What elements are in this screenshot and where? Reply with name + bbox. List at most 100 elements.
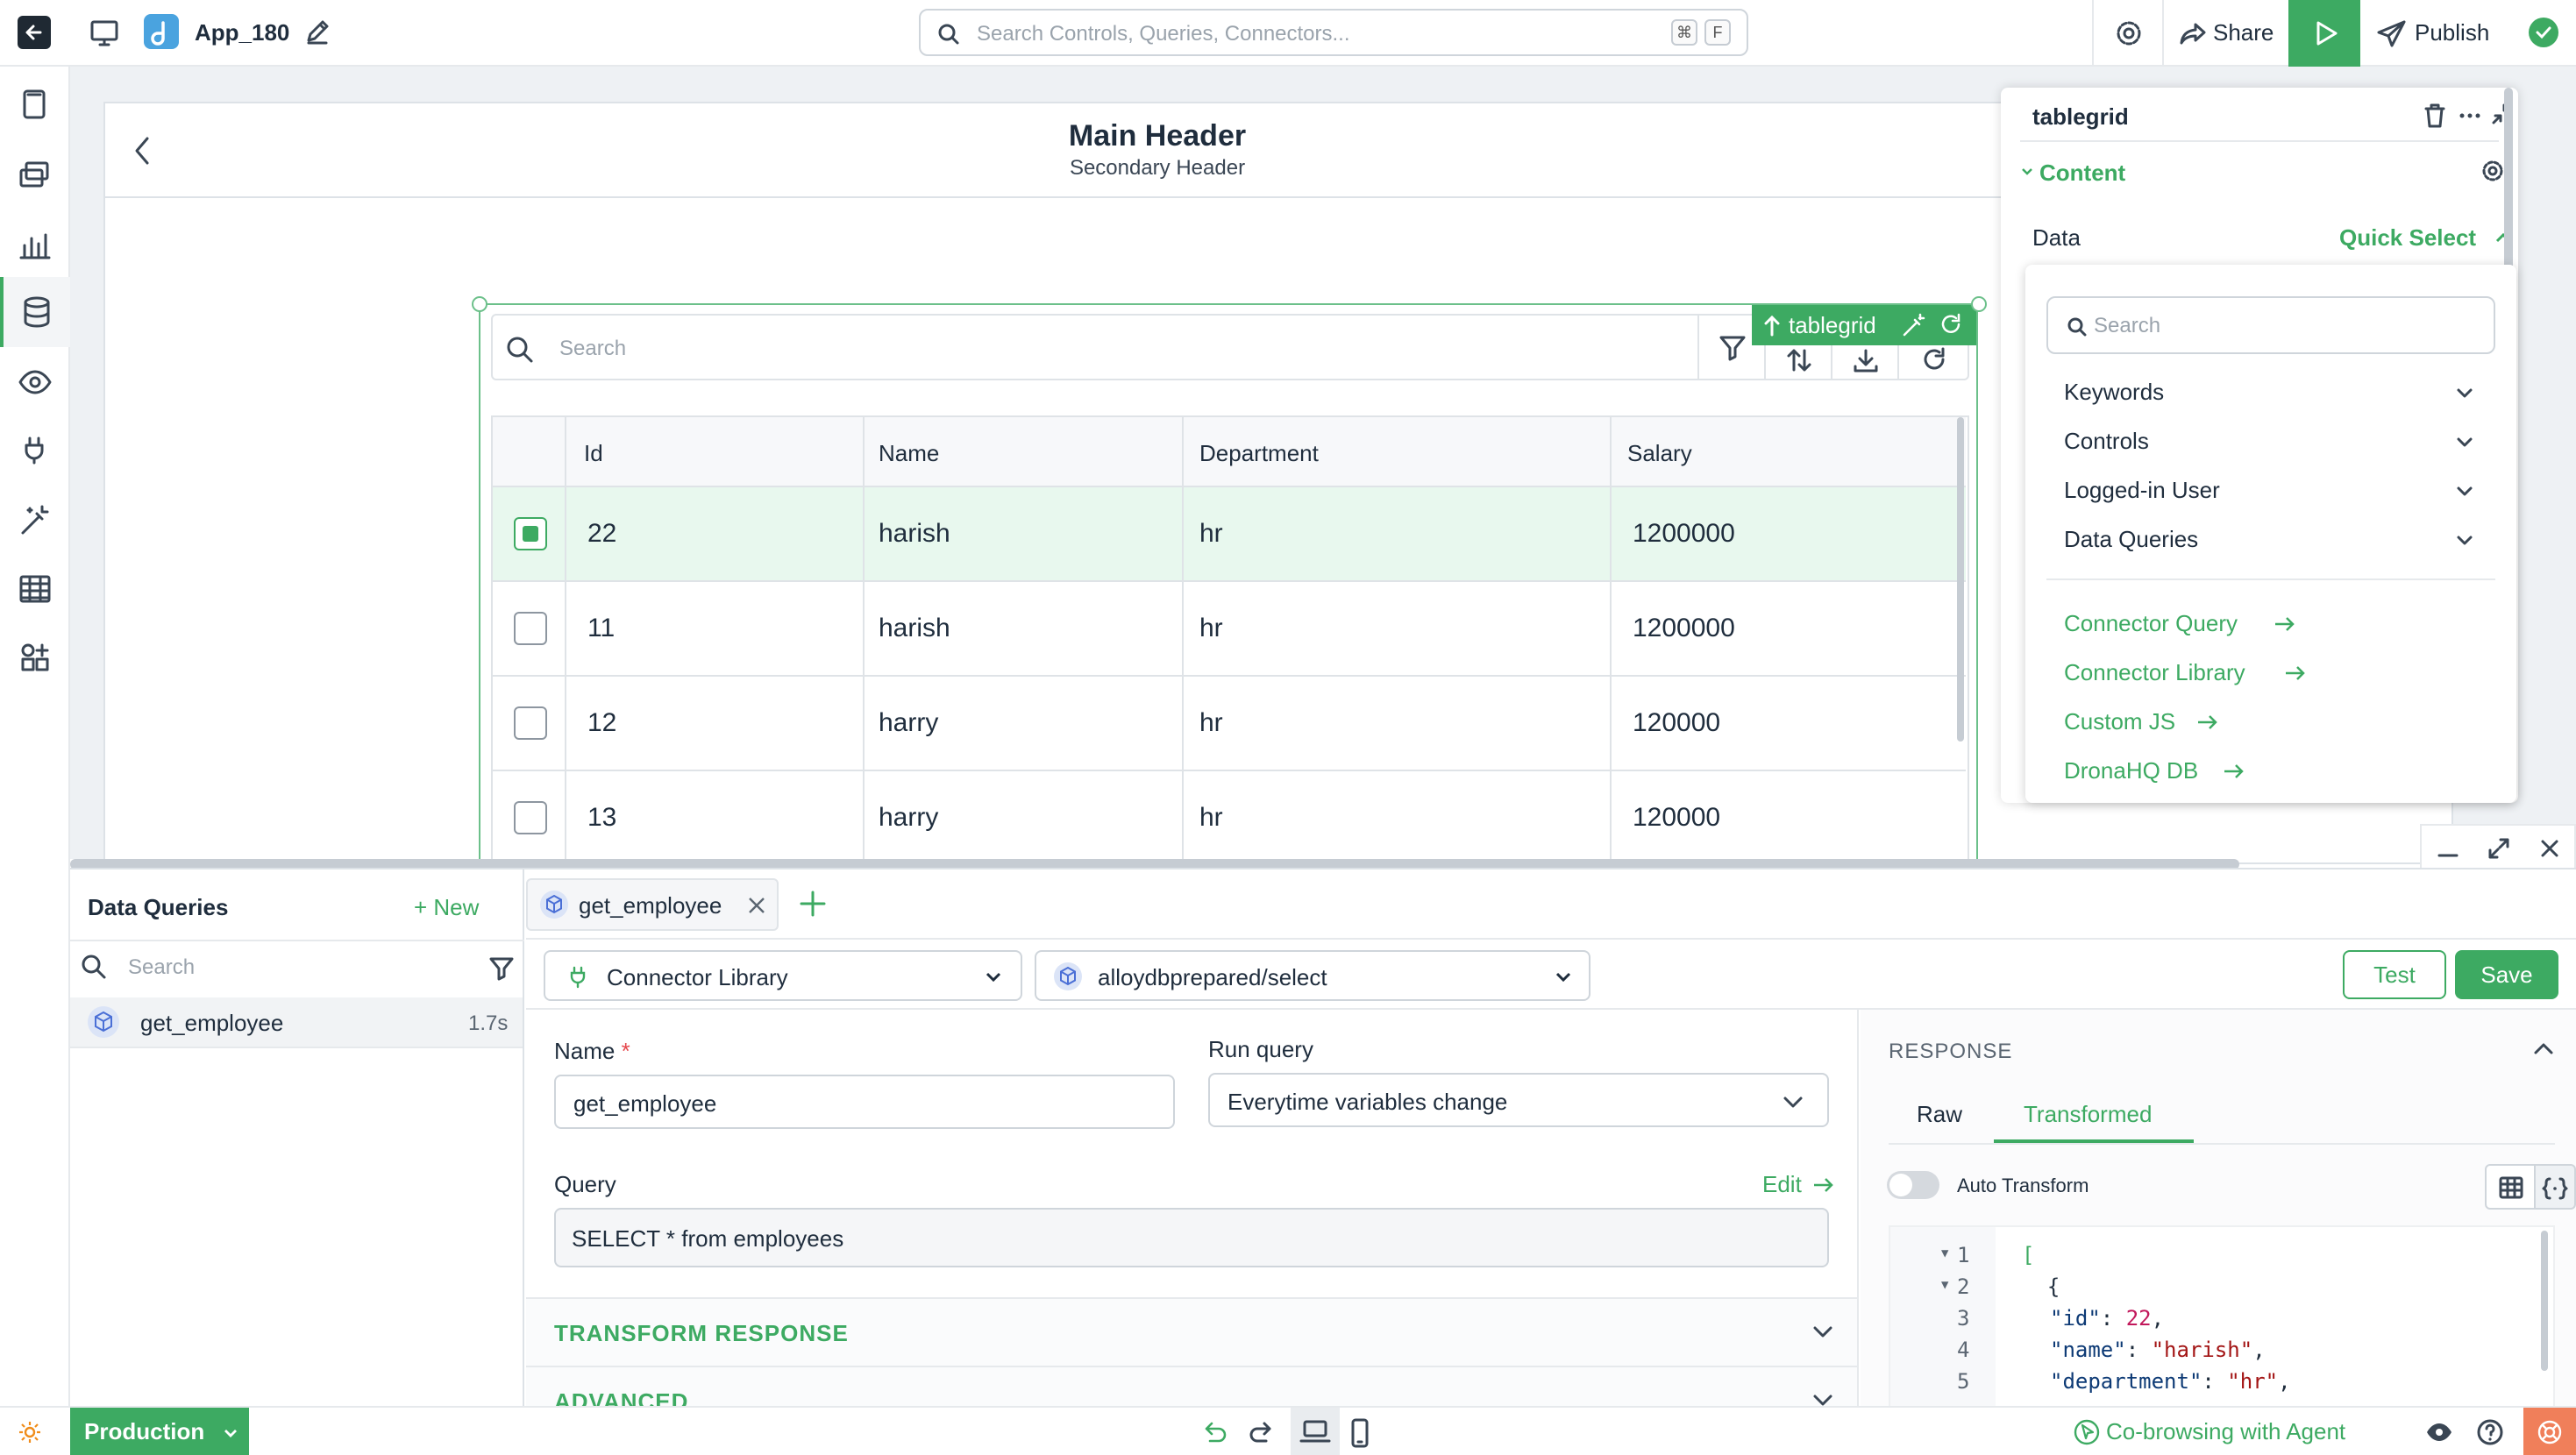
table-header-row: Id Name Department Salary bbox=[493, 417, 1966, 487]
table-row[interactable]: 13 harry hr 120000 bbox=[493, 771, 1966, 866]
monitor-icon[interactable] bbox=[89, 19, 119, 47]
database-icon-active[interactable] bbox=[0, 277, 70, 347]
advanced-section[interactable]: ADVANCED bbox=[526, 1367, 1857, 1408]
group-controls[interactable]: Controls bbox=[2064, 424, 2481, 459]
fold-arrow-icon[interactable]: ▼ bbox=[1941, 1278, 1948, 1292]
column-header-salary[interactable]: Salary bbox=[1627, 440, 1692, 467]
endpoint-select[interactable]: alloydbprepared/select bbox=[1035, 950, 1590, 1001]
link-connector-query[interactable]: Connector Query bbox=[2064, 608, 2327, 640]
chart-icon[interactable] bbox=[18, 228, 53, 263]
column-header-id[interactable]: Id bbox=[584, 440, 603, 467]
query-tab[interactable]: get_employee bbox=[526, 878, 779, 931]
environment-select[interactable]: Production bbox=[70, 1408, 249, 1455]
group-keywords[interactable]: Keywords bbox=[2064, 375, 2481, 410]
notifications-button[interactable] bbox=[2523, 1408, 2576, 1455]
undo-icon[interactable] bbox=[1199, 1418, 1228, 1446]
close-icon[interactable] bbox=[2537, 836, 2562, 861]
arrow-up-icon bbox=[1764, 315, 1780, 337]
auto-transform-toggle[interactable] bbox=[1887, 1171, 1939, 1199]
column-header-department[interactable]: Department bbox=[1199, 440, 1319, 467]
chevron-up-icon[interactable] bbox=[2532, 1040, 2555, 1059]
query-list-item[interactable]: get_employee 1.7s bbox=[70, 997, 523, 1048]
minimize-icon[interactable] bbox=[2436, 838, 2460, 862]
dropdown-search[interactable]: Search bbox=[2046, 296, 2495, 354]
table-row[interactable]: 11 harish hr 1200000 bbox=[493, 582, 1966, 677]
group-data-queries[interactable]: Data Queries bbox=[2064, 522, 2481, 557]
tab-raw[interactable]: Raw bbox=[1917, 1101, 1962, 1128]
save-button[interactable]: Save bbox=[2455, 950, 2558, 999]
tablegrid-badge[interactable]: tablegrid bbox=[1752, 305, 1976, 345]
row-checkbox[interactable] bbox=[514, 612, 547, 645]
new-query-button[interactable]: + New bbox=[414, 894, 479, 921]
layers-icon[interactable] bbox=[18, 158, 53, 193]
table-scrollbar[interactable] bbox=[1957, 417, 1964, 742]
screens-icon[interactable] bbox=[19, 88, 51, 123]
caret-down-icon[interactable] bbox=[2020, 165, 2034, 179]
magic-wand-icon[interactable] bbox=[18, 503, 53, 538]
share-button[interactable]: Share bbox=[2162, 0, 2288, 67]
publish-button[interactable]: Publish bbox=[2360, 0, 2522, 67]
add-tab-icon[interactable] bbox=[798, 889, 828, 919]
settings-button[interactable] bbox=[2092, 0, 2162, 67]
table-icon[interactable] bbox=[18, 571, 53, 607]
test-button[interactable]: Test bbox=[2343, 950, 2446, 999]
edit-name-icon[interactable] bbox=[303, 18, 331, 46]
table-row[interactable]: 12 harry hr 120000 bbox=[493, 677, 1966, 771]
queries-search-placeholder[interactable]: Search bbox=[128, 955, 195, 980]
table-row[interactable]: 22 harish hr 1200000 bbox=[493, 487, 1966, 582]
filter-icon[interactable] bbox=[487, 954, 516, 982]
gear-icon[interactable] bbox=[2480, 158, 2506, 184]
table-search[interactable]: Search bbox=[491, 314, 1699, 380]
row-checkbox[interactable] bbox=[514, 706, 547, 740]
column-header-name[interactable]: Name bbox=[879, 440, 939, 467]
transform-response-section[interactable]: TRANSFORM RESPONSE bbox=[526, 1299, 1857, 1366]
cell-id: 22 bbox=[587, 519, 617, 548]
row-checkbox-checked[interactable] bbox=[514, 517, 547, 550]
back-button[interactable] bbox=[18, 16, 51, 49]
eye-icon[interactable] bbox=[2425, 1420, 2453, 1444]
trash-icon[interactable] bbox=[2422, 102, 2448, 130]
plug-icon bbox=[570, 966, 586, 989]
redo-icon[interactable] bbox=[1249, 1418, 1277, 1446]
cobrowse-button[interactable]: Co-browsing with Agent bbox=[2073, 1415, 2406, 1450]
sun-icon[interactable] bbox=[18, 1420, 42, 1444]
link-custom-js[interactable]: Custom JS bbox=[2064, 706, 2327, 738]
mobile-icon[interactable] bbox=[1347, 1418, 1373, 1448]
code-line: ▼ 2 { bbox=[1890, 1274, 2553, 1306]
connector-select[interactable]: Connector Library bbox=[544, 950, 1022, 1001]
tab-transformed[interactable]: Transformed bbox=[1994, 1089, 2194, 1143]
fold-arrow-icon[interactable]: ▼ bbox=[1941, 1246, 1948, 1260]
group-logged-in-user[interactable]: Logged-in User bbox=[2064, 473, 2481, 508]
refresh-icon[interactable] bbox=[1938, 312, 1964, 338]
resize-handle[interactable] bbox=[472, 296, 487, 312]
json-view-button[interactable] bbox=[2536, 1164, 2576, 1210]
desktop-view-button[interactable] bbox=[1291, 1408, 1340, 1455]
expand-icon[interactable] bbox=[2487, 836, 2511, 861]
resize-handle[interactable] bbox=[1971, 296, 1987, 312]
code-scrollbar[interactable] bbox=[2541, 1231, 2548, 1371]
tablegrid-control[interactable]: Search tablegrid Id Name Department Sala… bbox=[472, 296, 1987, 866]
query-editor[interactable]: SELECT * from employees bbox=[554, 1208, 1829, 1267]
preview-button[interactable] bbox=[2288, 0, 2360, 67]
json-code-view[interactable]: ▼ 1 [ ▼ 2 { 3 "id": 22, 4 "name": "haris… bbox=[1889, 1225, 2555, 1408]
global-search[interactable]: Search Controls, Queries, Connectors... … bbox=[919, 9, 1748, 56]
edit-query-link[interactable]: Edit bbox=[1762, 1169, 1841, 1199]
more-icon[interactable] bbox=[2457, 102, 2483, 130]
row-checkbox[interactable] bbox=[514, 801, 547, 834]
chevron-down-icon bbox=[2457, 388, 2473, 398]
components-icon[interactable] bbox=[18, 640, 53, 675]
link-dronahq-db[interactable]: DronaHQ DB bbox=[2064, 756, 2327, 787]
plug-icon[interactable] bbox=[18, 433, 53, 468]
content-section-title[interactable]: Content bbox=[2039, 160, 2125, 187]
table-view-button[interactable] bbox=[2485, 1164, 2536, 1210]
quick-select-button[interactable]: Quick Select bbox=[2339, 223, 2523, 252]
help-icon[interactable] bbox=[2476, 1418, 2504, 1446]
cell-name: harry bbox=[879, 708, 939, 737]
magic-wand-icon[interactable] bbox=[1901, 312, 1927, 338]
close-icon[interactable] bbox=[745, 894, 768, 917]
name-input[interactable]: get_employee bbox=[554, 1075, 1175, 1129]
link-connector-library[interactable]: Connector Library bbox=[2064, 657, 2327, 689]
eye-icon[interactable] bbox=[18, 365, 53, 400]
props-scrollbar[interactable] bbox=[2504, 88, 2513, 272]
run-query-select[interactable]: Everytime variables change bbox=[1208, 1073, 1829, 1127]
